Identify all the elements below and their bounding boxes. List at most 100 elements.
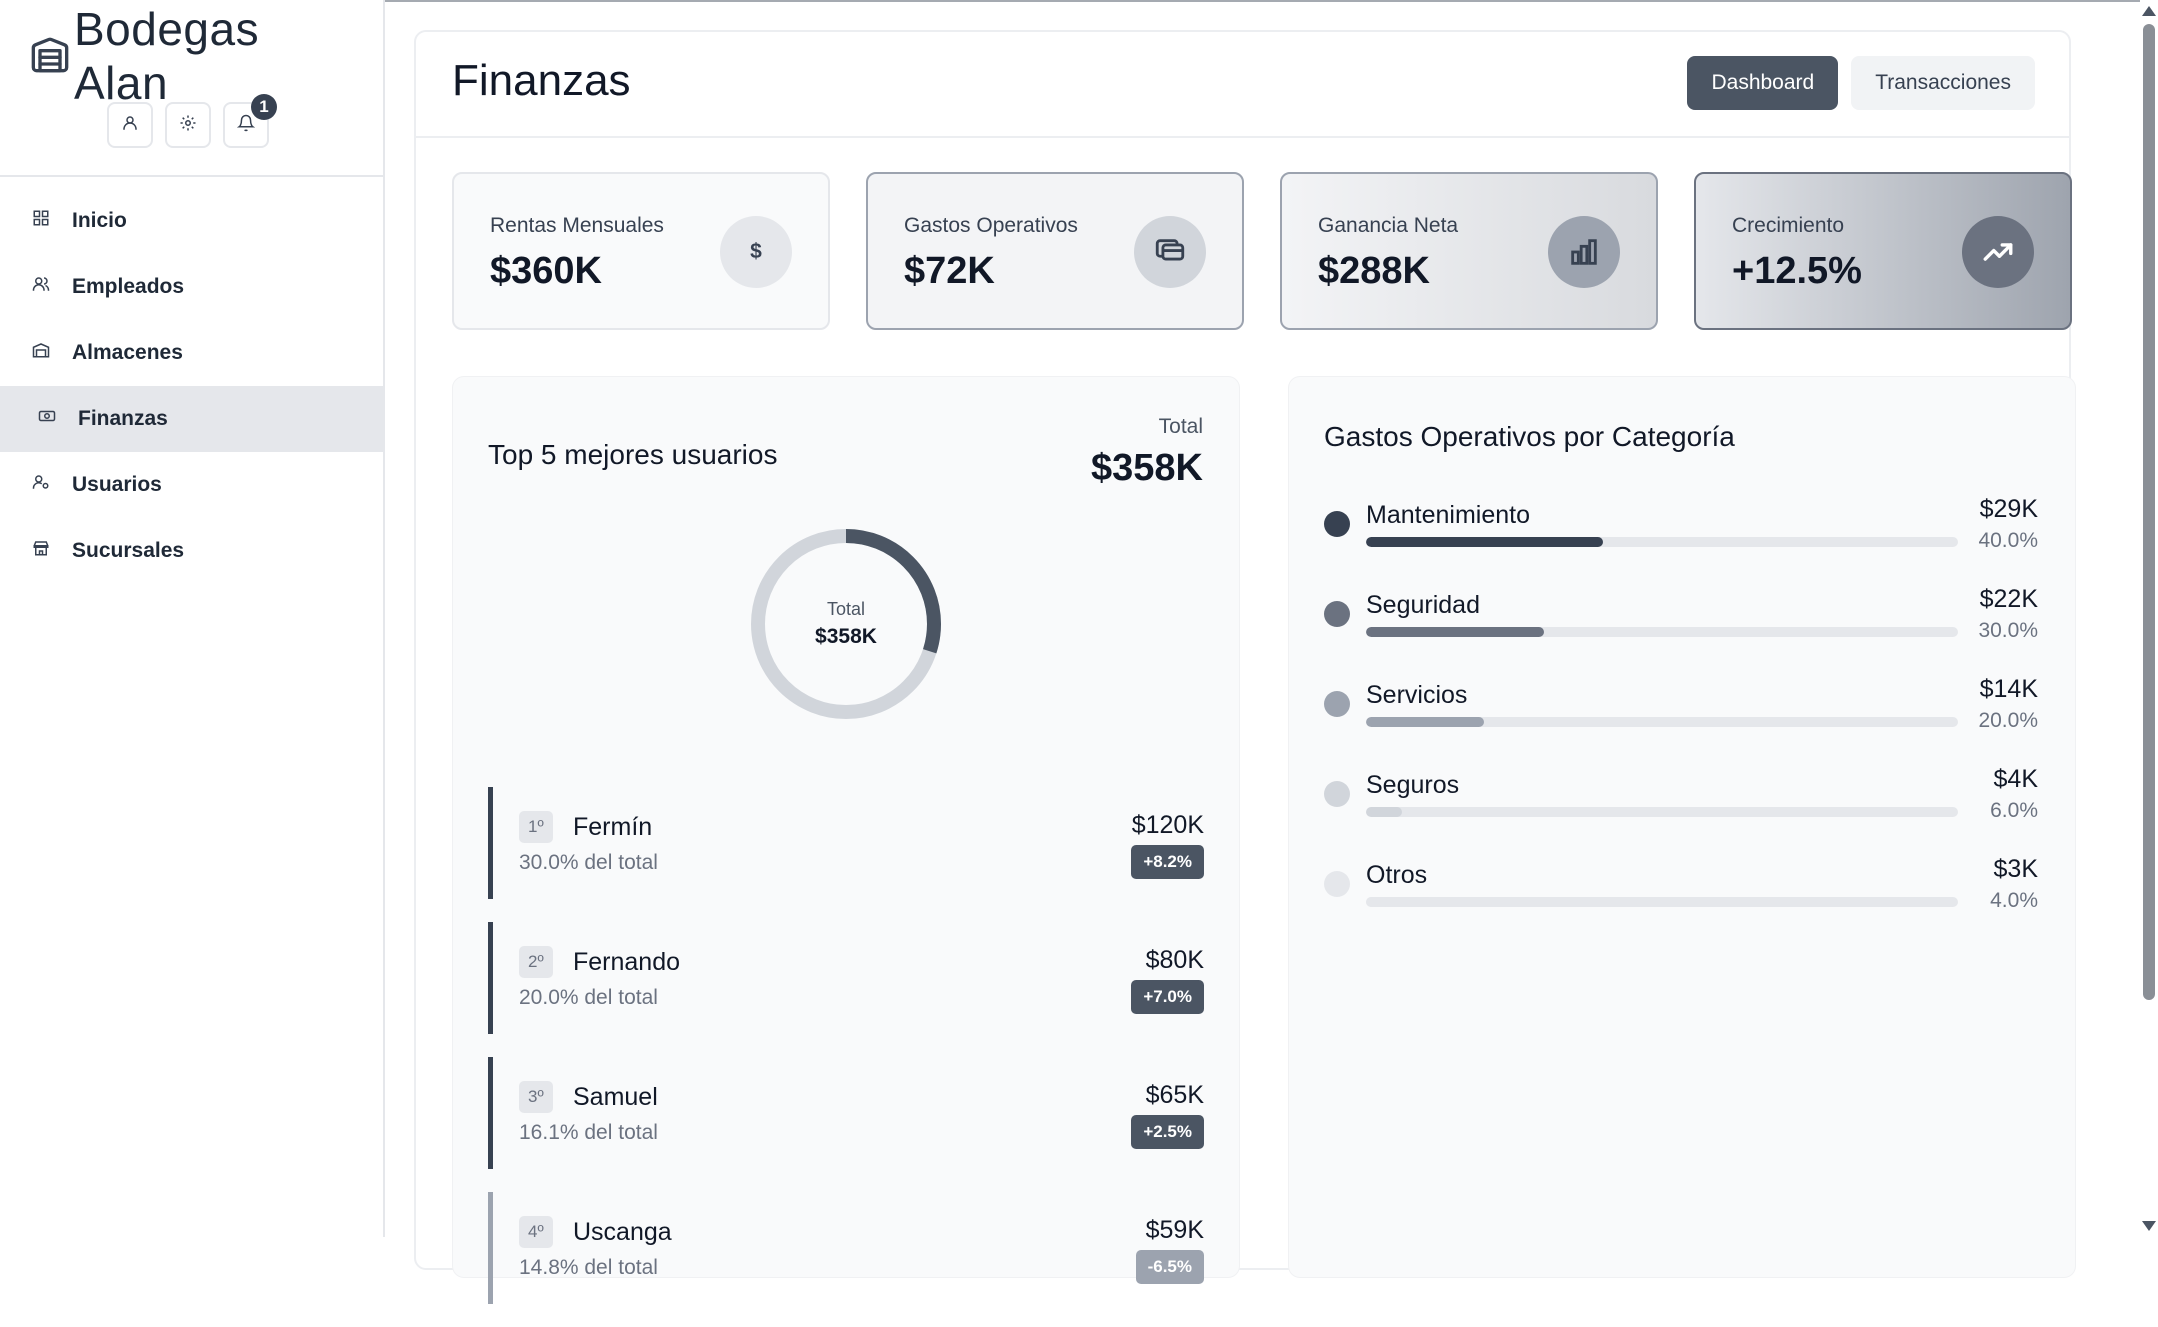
rank-position: 4º [519, 1216, 553, 1248]
list-item[interactable]: 2º Fernando 20.0% del total $80K +7.0% [488, 922, 1204, 1034]
progress-track [1366, 807, 1958, 817]
users-icon [32, 275, 50, 299]
change-badge: -6.5% [1135, 1250, 1204, 1284]
rank-position: 1º [519, 811, 553, 843]
notification-badge: 1 [251, 94, 277, 120]
bar-chart-icon [1548, 216, 1620, 288]
list-item[interactable]: 3º Samuel 16.1% del total $65K +2.5% [488, 1057, 1204, 1169]
user-name: Fermín [573, 813, 653, 841]
user-share: 20.0% del total [519, 986, 658, 1009]
list-item[interactable]: 1º Fermín 30.0% del total $120K +8.2% [488, 787, 1204, 899]
user-name: Fernando [573, 948, 681, 976]
panel-title: Top 5 mejores usuarios [488, 439, 778, 470]
progress-fill [1366, 627, 1544, 637]
stat-label: Ganancia Neta [1318, 214, 1459, 237]
user-cog-icon [32, 473, 50, 497]
user-share: 14.8% del total [519, 1256, 658, 1279]
category-row: Servicios $14K 20.0% [1324, 675, 2038, 765]
progress-fill [1366, 717, 1485, 727]
category-name: Seguridad [1366, 591, 1480, 619]
sidebar-item-label: Empleados [72, 275, 185, 298]
category-name: Seguros [1366, 771, 1460, 799]
sidebar-item-label: Finanzas [78, 407, 168, 430]
finance-card: Finanzas Dashboard Transacciones Rentas … [414, 30, 2076, 1304]
sidebar-item-inicio[interactable]: Inicio [0, 188, 383, 254]
category-row: Seguridad $22K 30.0% [1324, 585, 2038, 675]
category-dot [1324, 781, 1350, 807]
sidebar-divider [0, 175, 383, 177]
gear-icon [179, 114, 197, 137]
sidebar-item-label: Sucursales [72, 539, 185, 562]
user-share: 30.0% del total [519, 851, 658, 874]
category-value: $22K [1979, 585, 2038, 613]
page-scrollbar[interactable] [2140, 0, 2158, 1237]
notifications-button[interactable]: 1 [223, 94, 277, 148]
sidebar-item-label: Inicio [72, 209, 127, 232]
stats-row: Rentas Mensuales $360K $ Gastos Operativ… [452, 172, 2072, 332]
progress-track [1366, 717, 1958, 727]
change-badge: +2.5% [1131, 1115, 1204, 1149]
category-percent: 20.0% [1978, 709, 2038, 732]
category-percent: 40.0% [1978, 529, 2038, 552]
sidebar-item-finanzas[interactable]: Finanzas [0, 386, 383, 452]
progress-track [1366, 537, 1958, 547]
user-name: Uscanga [573, 1218, 672, 1246]
rank-position: 3º [519, 1081, 553, 1113]
settings-button[interactable] [165, 102, 211, 148]
category-name: Otros [1366, 861, 1428, 889]
category-name: Servicios [1366, 681, 1468, 709]
stat-label: Gastos Operativos [904, 214, 1078, 237]
scroll-up-arrow-icon[interactable] [2142, 6, 2156, 16]
category-percent: 4.0% [1990, 889, 2038, 912]
page-title: Finanzas [452, 56, 631, 105]
stat-value: $72K [904, 250, 995, 292]
page-header: Finanzas Dashboard Transacciones [416, 32, 2069, 138]
category-row: Otros $3K 4.0% [1324, 855, 2038, 945]
stat-card-rentas: Rentas Mensuales $360K $ [452, 172, 830, 330]
panel-title: Gastos Operativos por Categoría [1324, 421, 1735, 452]
progress-track [1366, 897, 1958, 907]
user-value: $80K [1145, 946, 1204, 974]
category-value: $3K [1993, 855, 2038, 883]
sidebar-nav: Inicio Empleados Almacenes Finanzas Usua… [0, 188, 383, 584]
user-value: $65K [1145, 1081, 1204, 1109]
ranking-list: 1º Fermín 30.0% del total $120K +8.2% 2º… [488, 787, 1204, 1327]
brand-name: Bodegas Alan [74, 3, 260, 109]
tab-transacciones[interactable]: Transacciones [1851, 56, 2035, 110]
stat-card-ganancia: Ganancia Neta $288K [1280, 172, 1658, 330]
dollar-icon: $ [720, 216, 792, 288]
money-icon [38, 407, 56, 431]
category-name: Mantenimiento [1366, 501, 1530, 529]
stat-value: +12.5% [1732, 250, 1862, 292]
category-value: $14K [1979, 675, 2038, 703]
warehouse-logo-icon [30, 34, 70, 79]
category-dot [1324, 511, 1350, 537]
sidebar-item-almacenes[interactable]: Almacenes [0, 320, 383, 386]
progress-track [1366, 627, 1958, 637]
sidebar-item-sucursales[interactable]: Sucursales [0, 518, 383, 584]
progress-fill [1366, 537, 1603, 547]
user-value: $59K [1145, 1216, 1204, 1244]
category-percent: 30.0% [1978, 619, 2038, 642]
profile-button[interactable] [107, 102, 153, 148]
bell-icon [236, 114, 256, 137]
progress-fill [1366, 897, 1390, 907]
stat-value: $288K [1318, 250, 1430, 292]
scroll-thumb[interactable] [2143, 24, 2155, 1000]
change-badge: +8.2% [1131, 845, 1204, 879]
stat-label: Rentas Mensuales [490, 214, 664, 237]
trending-up-icon [1962, 216, 2034, 288]
scroll-down-arrow-icon[interactable] [2142, 1221, 2156, 1231]
sidebar-item-label: Usuarios [72, 473, 162, 496]
category-dot [1324, 691, 1350, 717]
expenses-panel: Gastos Operativos por Categoría Mantenim… [1288, 376, 2076, 1278]
list-item[interactable]: 4º Uscanga 14.8% del total $59K -6.5% [488, 1192, 1204, 1304]
brand[interactable]: Bodegas Alan [30, 3, 360, 109]
sidebar-item-usuarios[interactable]: Usuarios [0, 452, 383, 518]
sidebar-item-empleados[interactable]: Empleados [0, 254, 383, 320]
stat-label: Crecimiento [1732, 214, 1845, 237]
stat-card-gastos: Gastos Operativos $72K [866, 172, 1244, 330]
category-dot [1324, 871, 1350, 897]
tab-dashboard[interactable]: Dashboard [1687, 56, 1839, 110]
total-value: $358K [1091, 447, 1203, 489]
